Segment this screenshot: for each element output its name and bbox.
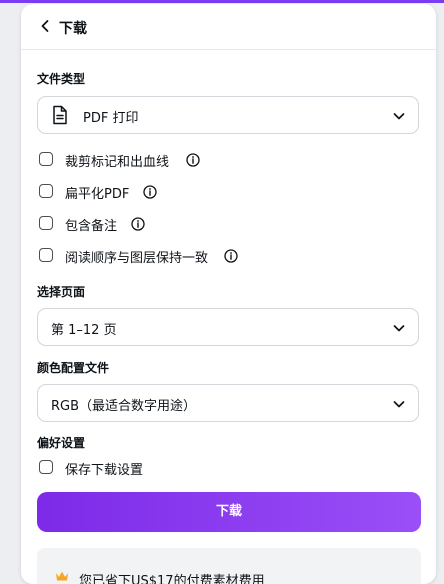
pages-label: 选择页面	[37, 285, 86, 299]
info-icon[interactable]	[131, 217, 145, 231]
color-profile-label: 颜色配置文件	[37, 361, 110, 375]
panel-title: 下载	[59, 21, 87, 37]
flatten-pdf-label: 扁平化PDF	[65, 187, 130, 202]
file-type-select[interactable]: PDF 打印	[37, 96, 419, 134]
file-document-icon	[53, 105, 67, 125]
chevron-down-icon	[393, 113, 405, 120]
include-notes-checkbox[interactable]	[39, 216, 53, 230]
color-profile-select[interactable]: RGB（最适合数字用途）	[37, 384, 419, 422]
file-type-value: PDF 打印	[83, 111, 139, 126]
save-settings-label: 保存下载设置	[65, 463, 144, 478]
chevron-down-icon	[393, 325, 405, 332]
top-accent-bar	[0, 0, 444, 3]
crown-icon	[56, 571, 68, 581]
savings-banner: 您已省下US$17的付费素材费用	[37, 548, 421, 584]
back-arrow-icon[interactable]	[35, 16, 55, 36]
preferences-label: 偏好设置	[37, 436, 86, 450]
file-type-label: 文件类型	[37, 72, 86, 86]
chevron-down-icon	[393, 401, 405, 408]
include-notes-label: 包含备注	[65, 219, 118, 234]
info-icon[interactable]	[143, 185, 157, 199]
download-panel: 下载 文件类型 PDF 打印 裁剪标记和出血线 扁平化PDF 包含备注 阅读顺序…	[21, 4, 436, 584]
flatten-pdf-checkbox[interactable]	[39, 184, 53, 198]
info-icon[interactable]	[186, 153, 200, 167]
color-profile-value: RGB（最适合数字用途）	[51, 399, 197, 414]
crop-marks-checkbox[interactable]	[39, 152, 53, 166]
crop-marks-label: 裁剪标记和出血线	[65, 155, 170, 170]
info-icon[interactable]	[224, 249, 238, 263]
savings-text: 您已省下US$17的付费素材费用	[79, 574, 265, 584]
save-settings-checkbox[interactable]	[39, 460, 53, 474]
reading-order-checkbox[interactable]	[39, 248, 53, 262]
panel-header: 下载	[21, 4, 436, 50]
reading-order-label: 阅读顺序与图层保持一致	[65, 251, 209, 266]
download-button[interactable]: 下载	[37, 492, 421, 532]
pages-select[interactable]: 第 1–12 页	[37, 308, 419, 346]
pages-value: 第 1–12 页	[51, 323, 117, 338]
